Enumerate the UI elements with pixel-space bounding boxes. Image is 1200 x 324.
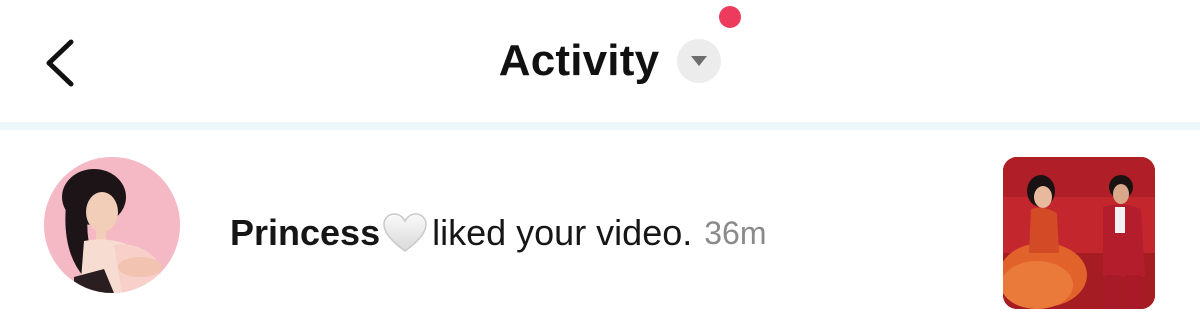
- activity-filter-toggle[interactable]: Activity: [498, 6, 742, 86]
- white-heart-icon: [382, 212, 428, 254]
- caret-down-icon: [691, 56, 708, 66]
- timestamp: 36m: [704, 214, 767, 251]
- activity-text: Princess liked your video. 36m: [230, 208, 767, 258]
- back-button[interactable]: [38, 36, 82, 90]
- avatar-image: [44, 157, 180, 293]
- header-divider: [0, 122, 1200, 130]
- avatar[interactable]: [44, 157, 180, 293]
- username[interactable]: Princess: [230, 212, 380, 254]
- video-thumbnail[interactable]: [1003, 157, 1155, 309]
- list-item[interactable]: Princess liked your video. 36m: [0, 130, 1200, 324]
- chevron-left-icon: [46, 39, 74, 87]
- dropdown-button[interactable]: [677, 39, 722, 83]
- video-thumbnail-image: [1003, 157, 1155, 309]
- page-title: Activity: [498, 36, 660, 85]
- top-nav-bar: Activity: [0, 0, 1200, 122]
- title-container: Activity: [0, 0, 1200, 122]
- notification-dot: [719, 6, 742, 28]
- activity-action: liked your video.: [432, 212, 693, 253]
